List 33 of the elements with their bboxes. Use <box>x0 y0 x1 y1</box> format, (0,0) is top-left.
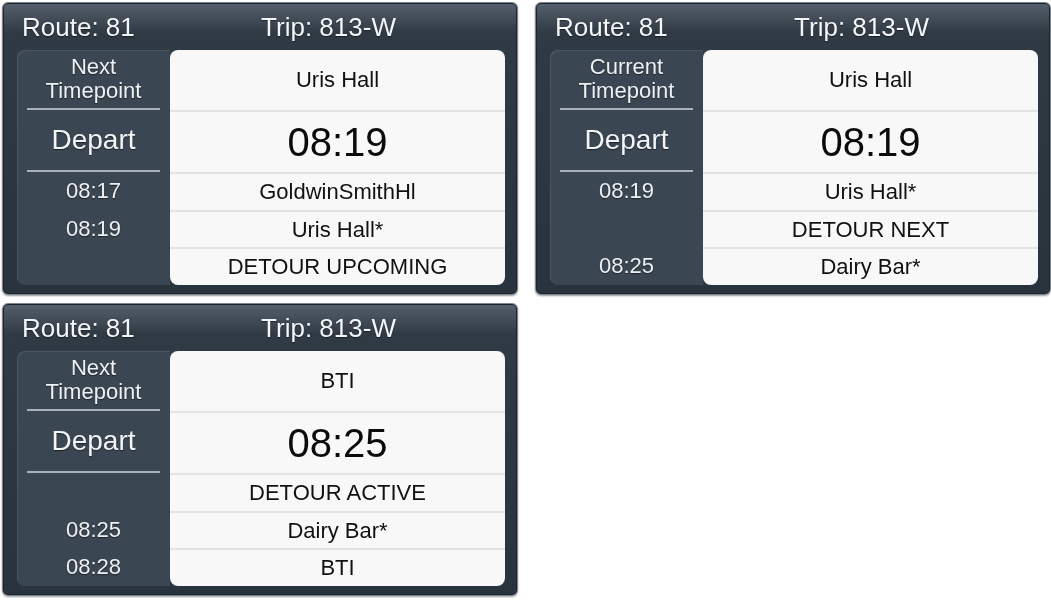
departure-time: 08:19 <box>287 120 388 164</box>
scheduled-time: 08:19 <box>65 215 122 242</box>
trip-label: Trip: 813-W <box>794 11 929 42</box>
scheduled-time: 08:25 <box>598 253 655 280</box>
departure-time: 08:19 <box>820 120 921 164</box>
timepoint-label: Next Timepoint <box>44 55 143 103</box>
action-label: Depart <box>51 124 136 156</box>
route-label: Route: 81 <box>555 11 668 42</box>
scheduled-time: 08:17 <box>65 177 122 204</box>
route-label: Route: 81 <box>22 11 135 42</box>
stop-name: Uris Hall* <box>824 178 917 205</box>
stop-name: Uris Hall* <box>291 216 384 243</box>
stop-name: GoldwinSmithHl <box>259 178 416 205</box>
scheduled-time: 08:28 <box>65 554 122 581</box>
scheduled-time: 08:19 <box>598 177 655 204</box>
timepoint-stop-name: Uris Hall <box>828 67 913 93</box>
stop-name: DETOUR NEXT <box>791 216 950 243</box>
action-label: Depart <box>51 425 136 457</box>
stop-name: DETOUR UPCOMING <box>227 254 448 281</box>
trip-label: Trip: 813-W <box>261 11 396 42</box>
timepoint-label: Next Timepoint <box>44 356 143 404</box>
departure-time: 08:25 <box>287 421 388 465</box>
stop-name: DETOUR ACTIVE <box>249 479 426 506</box>
trip-label: Trip: 813-W <box>261 312 396 343</box>
stop-name: Dairy Bar* <box>820 254 921 281</box>
timepoint-stop-name: BTI <box>320 368 355 394</box>
stop-name: BTI <box>320 555 355 582</box>
timepoint-stop-name: Uris Hall <box>295 67 380 93</box>
scheduled-time: 08:25 <box>65 516 122 543</box>
action-label: Depart <box>584 124 669 156</box>
timepoint-label: Current Timepoint <box>577 55 676 103</box>
stop-name: Dairy Bar* <box>287 517 388 544</box>
route-label: Route: 81 <box>22 312 135 343</box>
